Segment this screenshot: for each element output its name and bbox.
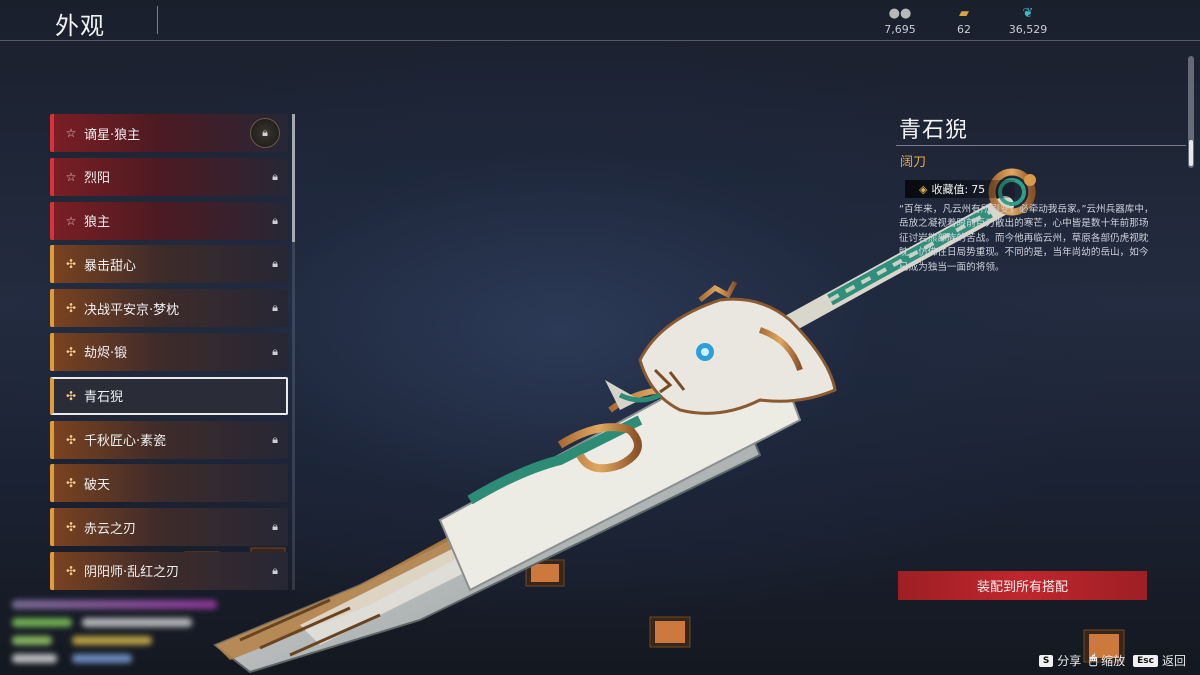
weapon-type: 阔刀 — [900, 155, 927, 170]
top-bar: 外观 ●● 7,695 ▰ 62 ❦ 36,529 — [0, 0, 1200, 41]
lock-icon: 🔒︎ — [272, 213, 278, 227]
lock-icon: 🔒︎ — [272, 432, 278, 446]
jade-feather-icon: ❦ — [1022, 6, 1034, 21]
skin-item-label: 青石猊 — [84, 390, 124, 406]
lock-icon: 🔒︎ — [272, 169, 278, 183]
share-label: 分享 — [1057, 654, 1082, 668]
detail-scroll-thumb[interactable] — [1189, 140, 1193, 166]
star-outline-icon: ☆ — [65, 213, 77, 228]
skin-item-label: 暴击甜心 — [84, 258, 137, 274]
sparkle-icon: ✣ — [65, 388, 77, 403]
zoom-hint[interactable]: 🖱︎ 缩放 — [1089, 652, 1125, 669]
skin-item-label: 赤云之刃 — [84, 521, 137, 537]
skin-item-0[interactable]: ☆ 谪星·狼主 🔒︎ — [50, 114, 288, 152]
sparkle-icon: ✣ — [65, 520, 77, 535]
sparkle-icon: ✣ — [65, 563, 77, 578]
sparkle-icon: ✣ — [65, 432, 77, 447]
weapon-guard-beast-head — [605, 280, 837, 415]
skin-item-1[interactable]: ☆ 烈阳 🔒︎ — [50, 157, 288, 196]
share-hint[interactable]: S 分享 — [1038, 652, 1082, 669]
key-esc: Esc — [1133, 654, 1158, 667]
skin-item-6-selected[interactable]: ✣ 青石猊 — [50, 376, 288, 415]
skin-list: ☆ 谪星·狼主 🔒︎ ☆ 烈阳 🔒︎ ☆ 狼主 🔒︎ ✣ 暴击甜心 🔒︎ ✣ 决… — [50, 114, 288, 596]
sparkle-icon: ✣ — [65, 257, 77, 272]
skin-item-4[interactable]: ✣ 决战平安京·梦枕 🔒︎ — [50, 289, 288, 328]
weapon-blade — [213, 338, 802, 674]
collection-icon: ◈ — [919, 182, 928, 196]
lock-icon: 🔒︎ — [272, 520, 278, 534]
skin-item-label: 破天 — [84, 477, 111, 493]
skin-item-8[interactable]: ✣ 破天 — [50, 464, 288, 503]
skin-item-7[interactable]: ✣ 千秋匠心·素瓷 🔒︎ — [50, 420, 288, 459]
lock-icon: 🔒︎ — [272, 257, 278, 271]
skin-item-label: 决战平安京·梦枕 — [84, 302, 180, 318]
mouse-icon: 🖱︎ — [1089, 653, 1098, 668]
blurred-player-info — [12, 598, 222, 670]
collection-value-badge: ◈ 收藏值: 75 — [905, 180, 1015, 198]
lantern-decorations — [184, 547, 1125, 663]
key-hints: S 分享 🖱︎ 缩放 Esc 返回 — [1038, 652, 1186, 669]
skin-item-label: 狼主 — [84, 215, 111, 231]
sparkle-icon: ✣ — [65, 476, 77, 491]
key-s: S — [1038, 654, 1054, 667]
lock-icon: 🔒︎ — [272, 563, 278, 577]
weapon-name: 青石猊 — [899, 118, 969, 143]
lock-icon: 🔒︎ — [272, 301, 278, 315]
gold-ingot-icon: ▰ — [959, 6, 969, 21]
skin-item-label: 阴阳师·乱红之刃 — [84, 565, 180, 581]
page-title: 外观 — [55, 12, 105, 40]
skin-list-scroll-thumb[interactable] — [292, 114, 295, 242]
skin-item-5[interactable]: ✣ 劫烬·锻 🔒︎ — [50, 332, 288, 371]
currency-silver-value: 7,695 — [884, 23, 916, 36]
skin-item-2[interactable]: ☆ 狼主 🔒︎ — [50, 201, 288, 240]
currency-bar: ●● 7,695 ▰ 62 ❦ 36,529 — [868, 6, 1060, 37]
star-outline-icon: ☆ — [65, 169, 77, 184]
lock-icon: 🔒︎ — [272, 344, 278, 358]
lock-icon: 🔒︎ — [250, 118, 280, 148]
equip-to-all-button[interactable]: 装配到所有搭配 — [898, 571, 1147, 600]
currency-jade: ❦ 36,529 — [996, 6, 1060, 37]
back-label: 返回 — [1161, 654, 1186, 668]
currency-silver: ●● 7,695 — [868, 6, 932, 37]
skin-item-label: 烈阳 — [84, 171, 111, 187]
skin-item-3[interactable]: ✣ 暴击甜心 🔒︎ — [50, 245, 288, 284]
silver-coin-icon: ●● — [888, 6, 912, 21]
skin-item-10[interactable]: ✣ 阴阳师·乱红之刃 🔒︎ — [50, 551, 288, 590]
currency-gold-value: 62 — [957, 23, 971, 36]
collection-label: 收藏值: — [931, 183, 969, 196]
skin-item-9[interactable]: ✣ 赤云之刃 🔒︎ — [50, 508, 288, 547]
name-divider — [896, 145, 1186, 146]
currency-jade-value: 36,529 — [1008, 23, 1048, 36]
title-divider — [157, 6, 158, 34]
collection-value: 75 — [971, 182, 986, 196]
sparkle-icon: ✣ — [65, 344, 77, 359]
star-outline-icon: ☆ — [65, 126, 77, 140]
sparkle-icon: ✣ — [65, 301, 77, 316]
skin-item-label: 千秋匠心·素瓷 — [84, 434, 167, 450]
zoom-label: 缩放 — [1101, 654, 1126, 668]
back-hint[interactable]: Esc 返回 — [1133, 652, 1186, 669]
currency-gold: ▰ 62 — [932, 6, 996, 37]
weapon-description: “百年来，凡云州有所剧变，必牵动我岳家。”云州兵器库中，岳放之凝视着眼前巨刃散出… — [899, 204, 1154, 273]
skin-item-label: 劫烬·锻 — [84, 346, 128, 362]
